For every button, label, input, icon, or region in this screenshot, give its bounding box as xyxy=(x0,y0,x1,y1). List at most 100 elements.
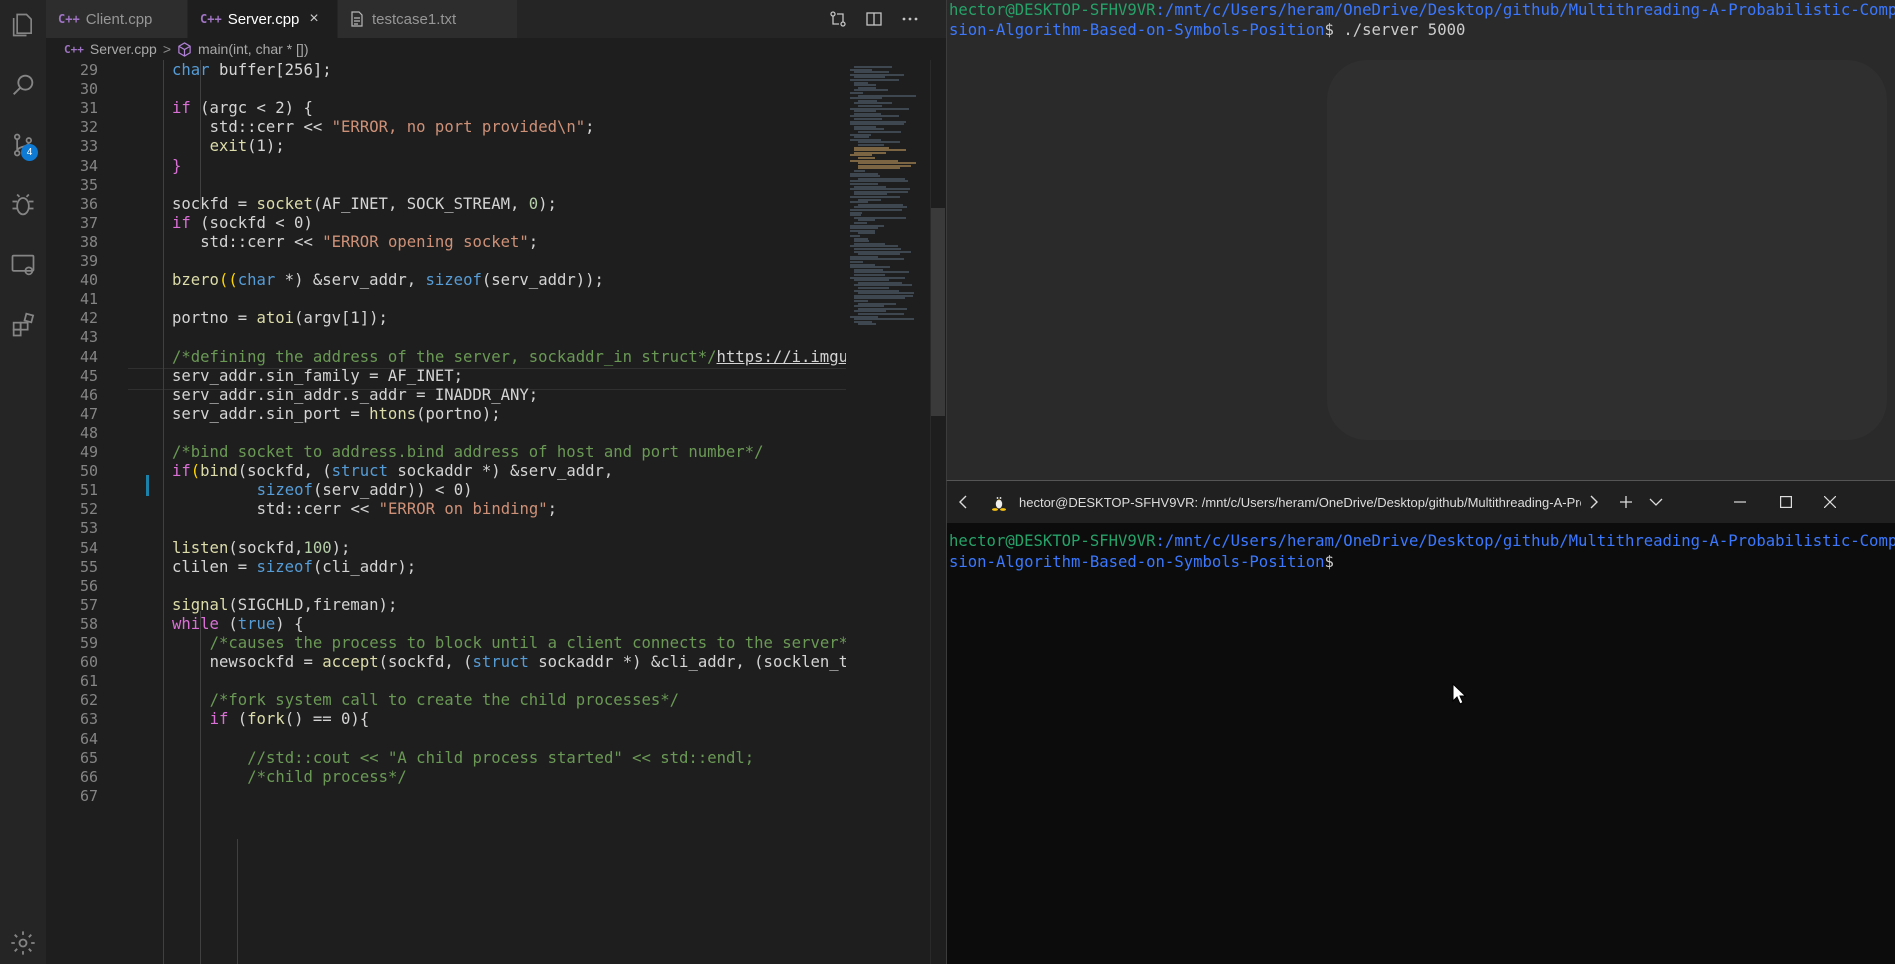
code-token: clilen = xyxy=(172,557,257,576)
code-token: (1); xyxy=(247,137,285,156)
terminal-tab-title[interactable]: hector@DESKTOP-SFHV9VR: /mnt/c/Users/her… xyxy=(1019,481,1581,523)
cpp-file-icon: C++ xyxy=(64,42,84,56)
code-token: sizeof xyxy=(256,557,313,576)
cpp-file-icon: C++ xyxy=(58,12,80,26)
terminal-line: hector@DESKTOP-SFHV9VR:/mnt/c/Users/hera… xyxy=(949,531,1895,552)
code-token: if xyxy=(172,213,191,232)
code-token: 100 xyxy=(303,538,332,557)
code-token: true xyxy=(237,614,276,633)
code-token: ; xyxy=(547,500,558,519)
code-token: } xyxy=(172,156,182,175)
code-token: (argc < 2) { xyxy=(190,99,313,118)
tab-testcase1-txt[interactable]: testcase1.txt xyxy=(338,0,518,38)
code-token: bind xyxy=(200,462,238,481)
code-token: ) { xyxy=(275,614,304,633)
terminal-user: hector@DESKTOP-SFHV9VR xyxy=(949,1,1156,19)
code-editor[interactable]: 29 char buffer[256]; 30 31 if (argc < 2) {32… xyxy=(46,60,846,964)
tab-label: testcase1.txt xyxy=(372,10,457,28)
code-token: 0 xyxy=(528,194,539,213)
scroll-tabs-left-icon[interactable] xyxy=(951,481,975,523)
scroll-tabs-right-icon[interactable] xyxy=(1583,481,1605,523)
code-token: (serv_addr)); xyxy=(481,271,604,290)
breadcrumb: C++ Server.cpp > main(int, char * []) xyxy=(46,38,946,60)
breadcrumb-symbol[interactable]: main(int, char * []) xyxy=(198,41,308,57)
close-tab-icon[interactable]: × xyxy=(309,10,318,28)
code-token: newsockfd = xyxy=(209,653,323,672)
terminal-path: :/mnt/c/Users/heram/OneDrive/Desktop/git… xyxy=(1155,532,1895,550)
breadcrumb-file[interactable]: Server.cpp xyxy=(90,41,157,57)
code-token[interactable]: https://i.imgur. xyxy=(717,348,846,366)
code-token: (( xyxy=(218,271,238,290)
scrollbar-thumb[interactable] xyxy=(931,208,945,416)
terminal-top[interactable]: hector@DESKTOP-SFHV9VR:/mnt/c/Users/hera… xyxy=(946,0,1895,480)
code-token: std::cerr << xyxy=(209,118,332,137)
close-window-icon[interactable] xyxy=(1807,481,1853,523)
code-token: /*fork system call to create the child p… xyxy=(209,691,680,710)
terminal-path: sion-Algorithm-Based-on-Symbols-Position xyxy=(949,553,1325,571)
cpp-file-icon: C++ xyxy=(200,12,222,26)
editor-scrollbar[interactable] xyxy=(930,60,946,964)
extensions-icon[interactable] xyxy=(0,300,46,350)
tab-server-cpp[interactable]: C++ Server.cpp × xyxy=(188,0,338,38)
terminal-line: sion-Algorithm-Based-on-Symbols-Position… xyxy=(949,20,1465,41)
code-token: (serv_addr)) < 0) xyxy=(312,481,473,500)
code-token: char xyxy=(237,271,276,290)
code-token: socket xyxy=(256,194,313,213)
code-token: serv_addr.sin_addr.s_addr = INADDR_ANY; xyxy=(172,385,539,404)
tab-client-cpp[interactable]: C++ Client.cpp xyxy=(46,0,188,38)
explorer-icon[interactable] xyxy=(0,0,46,50)
debug-icon[interactable] xyxy=(0,180,46,230)
code-token: portno = xyxy=(172,309,257,328)
more-actions-icon[interactable] xyxy=(894,0,926,38)
code-token: ; xyxy=(528,232,539,251)
activity-bar: 4 xyxy=(0,0,46,964)
code-token: if xyxy=(209,710,229,729)
code-token: std::cerr << xyxy=(256,500,379,519)
code-token: (portno); xyxy=(416,404,501,423)
code-token: ); xyxy=(538,194,557,213)
code-token: exit xyxy=(209,137,248,156)
code-token: ( xyxy=(190,462,201,481)
search-icon[interactable] xyxy=(0,60,46,110)
compare-changes-icon[interactable] xyxy=(822,0,854,38)
symbol-method-icon xyxy=(177,41,192,57)
code-token: serv_addr.sin_family = AF_INET; xyxy=(172,366,464,385)
terminal-bottom[interactable]: hector@DESKTOP-SFHV9VR:/mnt/c/Users/hera… xyxy=(947,523,1895,964)
terminal-line: sion-Algorithm-Based-on-Symbols-Position… xyxy=(949,552,1334,573)
terminal-line: hector@DESKTOP-SFHV9VR:/mnt/c/Users/hera… xyxy=(949,0,1895,21)
code-token: struct xyxy=(331,462,388,481)
code-token: fork xyxy=(247,710,285,729)
source-control-icon[interactable]: 4 xyxy=(0,120,46,170)
maximize-icon[interactable] xyxy=(1763,481,1809,523)
code-token: (AF_INET, SOCK_STREAM, xyxy=(312,194,529,213)
code-token: (sockfd, xyxy=(228,538,304,557)
settings-gear-icon[interactable] xyxy=(0,918,46,964)
code-token: /*bind socket to address.bind address of… xyxy=(172,443,764,461)
code-token: sizeof xyxy=(256,481,313,500)
code-token: accept xyxy=(322,653,379,672)
terminal-command: ./server 5000 xyxy=(1343,21,1466,39)
code-token: () == 0){ xyxy=(284,710,370,729)
minimize-icon[interactable] xyxy=(1717,481,1763,523)
code-token: buffer[256]; xyxy=(209,61,332,79)
minimap-line xyxy=(858,323,877,326)
minimap[interactable] xyxy=(846,60,928,964)
code-token: "ERROR opening socket" xyxy=(322,232,529,251)
text-file-icon xyxy=(350,11,364,27)
mouse-pointer-icon xyxy=(1452,682,1467,709)
split-editor-icon[interactable] xyxy=(858,0,890,38)
remote-explorer-icon[interactable] xyxy=(0,240,46,290)
tab-dropdown-icon[interactable] xyxy=(1641,481,1671,523)
code-token: while xyxy=(172,614,219,633)
new-tab-icon[interactable] xyxy=(1611,481,1641,523)
code-token: ( xyxy=(218,614,238,633)
code-token: atoi xyxy=(256,309,295,328)
indent-guide xyxy=(237,839,238,964)
code-token: /*defining the address of the server, so… xyxy=(172,347,717,366)
tab-label: Client.cpp xyxy=(85,10,153,28)
code-line[interactable]: 67 xyxy=(46,785,846,808)
code-token: (SIGCHLD,fireman); xyxy=(228,595,398,614)
terminal-path: :/mnt/c/Users/heram/OneDrive/Desktop/git… xyxy=(1155,1,1895,19)
code-token: //std::cout << "A child process started"… xyxy=(247,748,755,767)
editor-tab-bar: C++ Client.cpp C++ Server.cpp × testcase… xyxy=(46,0,946,38)
